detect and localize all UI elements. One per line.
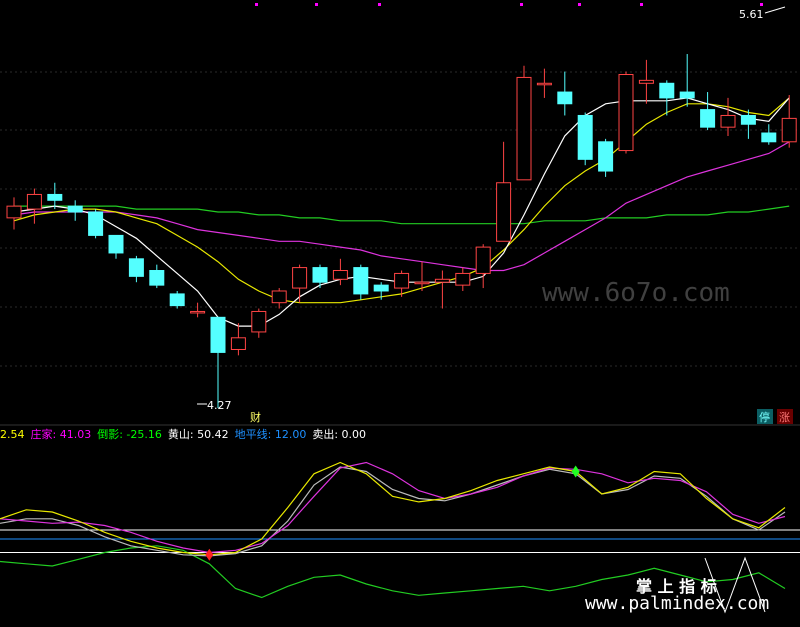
readout-value: 2.54 [0, 428, 25, 441]
readout-value: 0.00 [338, 428, 366, 441]
top-dot [255, 3, 258, 6]
readout-value: 12.00 [271, 428, 306, 441]
candle-body [516, 76, 532, 181]
candle-body [128, 258, 144, 277]
candle-body [373, 284, 389, 292]
badge-zhang[interactable]: 涨 [777, 409, 793, 424]
top-dot [520, 3, 523, 6]
watermark-top: www.6o7o.com [542, 278, 730, 308]
candle-body [536, 82, 552, 86]
candle-body [740, 114, 756, 125]
candle-body [679, 91, 695, 99]
watermark-bottom: www.palmindex.com [585, 593, 769, 614]
candle [88, 209, 104, 239]
readout-name: 地平线: [235, 427, 272, 441]
candle-body [312, 267, 328, 283]
candle [598, 138, 614, 177]
candle-body [67, 205, 83, 213]
candle-body [332, 270, 348, 280]
top-dot [378, 3, 381, 6]
candle-body [781, 117, 797, 143]
candle-body [455, 272, 471, 286]
candle-body [496, 182, 512, 242]
badge-zhang-text: 涨 [779, 411, 790, 424]
readout-value: -25.16 [123, 428, 162, 441]
candle-body [149, 270, 165, 286]
candle-body [700, 109, 716, 128]
candle-body [353, 267, 369, 295]
top-dot [640, 3, 643, 6]
candle-body [6, 205, 22, 219]
readout-value: 50.42 [194, 428, 229, 441]
high-label: 5.61 [739, 8, 764, 21]
candle-body [414, 281, 430, 285]
top-dot [760, 3, 763, 6]
candle [169, 290, 185, 309]
candle-body [251, 310, 267, 333]
candle-body [720, 114, 736, 128]
candle [618, 71, 634, 154]
low-label: 4.27 [207, 399, 232, 412]
candle [516, 65, 532, 181]
badge-ting-text: 停 [759, 410, 770, 424]
readout-name: 倒影: [97, 428, 123, 441]
candle [577, 112, 593, 166]
candle-body [618, 74, 634, 152]
candle-body [190, 310, 206, 314]
candle-body [47, 193, 63, 201]
candle-body [761, 132, 777, 143]
top-dot [578, 3, 581, 6]
readout-name: 黄山: [168, 427, 194, 441]
candle-body [169, 293, 185, 307]
candle-body [577, 114, 593, 160]
top-dot [315, 3, 318, 6]
badge-cai: 财 [250, 410, 261, 424]
readout-name: 庄家: [31, 427, 57, 441]
candle-body [475, 246, 491, 274]
stock-chart: 5.61 4.27 www.6o7o.com 财 停 涨 2.54 庄家: 41.… [0, 0, 800, 627]
readout-name: 卖出: [312, 427, 338, 441]
candle-body [557, 91, 573, 105]
candle-body [230, 337, 246, 350]
candle-body [598, 141, 614, 172]
candle-body [108, 234, 124, 254]
candle-body [210, 316, 226, 353]
badge-ting[interactable]: 停 [757, 409, 773, 424]
candle-body [88, 211, 104, 236]
candle-body [638, 79, 654, 84]
candle-body [292, 267, 308, 289]
candle-body [659, 82, 675, 99]
candle-body [271, 290, 287, 304]
candle-body [26, 193, 42, 210]
candle-body [434, 278, 450, 283]
readout-value: 41.03 [56, 428, 91, 441]
candle-body [394, 272, 410, 289]
